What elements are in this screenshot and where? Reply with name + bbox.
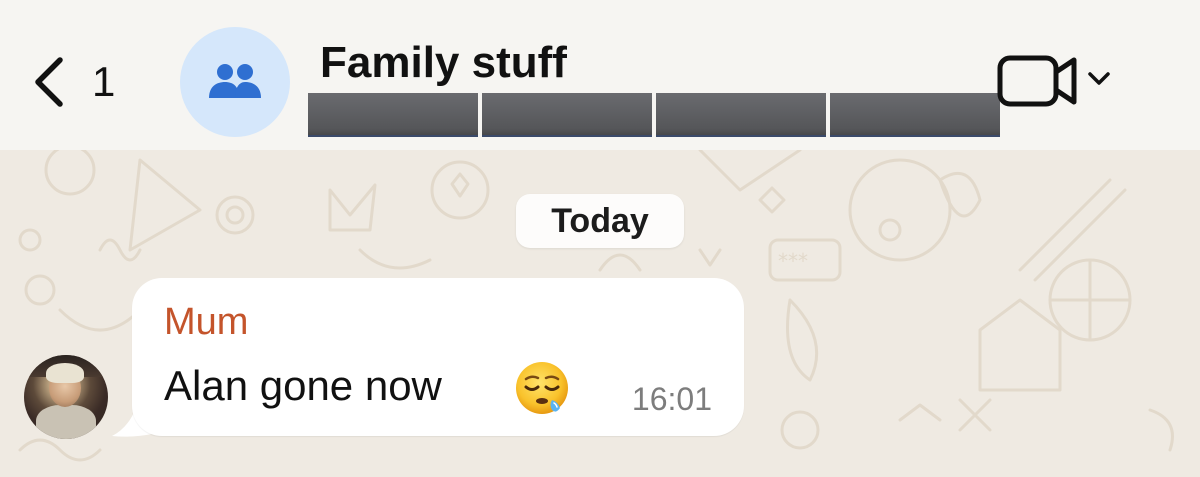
sleepy-face-emoji-icon [516,362,568,414]
video-camera-icon [997,55,1110,107]
date-separator: Today [516,194,684,248]
message-text: Alan gone now [164,362,442,409]
chat-area[interactable]: *** Today Mum Alan gone now 16:01 [0,150,1200,477]
svg-text:***: *** [778,249,808,273]
redacted-block [656,93,826,137]
message-bubble[interactable]: Mum Alan gone now 16:01 [132,278,744,436]
redacted-block [830,93,1000,137]
group-people-icon [209,64,261,98]
chevron-down-icon [1088,72,1110,85]
group-avatar[interactable] [180,27,290,137]
chat-title[interactable]: Family stuff [320,38,567,88]
chevron-left-icon [35,57,63,107]
chat-header: 1 Family stuff [0,0,1200,150]
participants-list-redacted[interactable] [308,93,1000,137]
redacted-block [482,93,652,137]
message-sender-name[interactable]: Mum [164,300,248,344]
redacted-block [308,93,478,137]
message-timestamp: 16:01 [631,381,712,417]
back-button[interactable]: 1 [20,42,130,122]
unread-count: 1 [92,58,116,105]
sender-avatar[interactable] [24,355,108,439]
video-call-button[interactable] [996,52,1116,112]
